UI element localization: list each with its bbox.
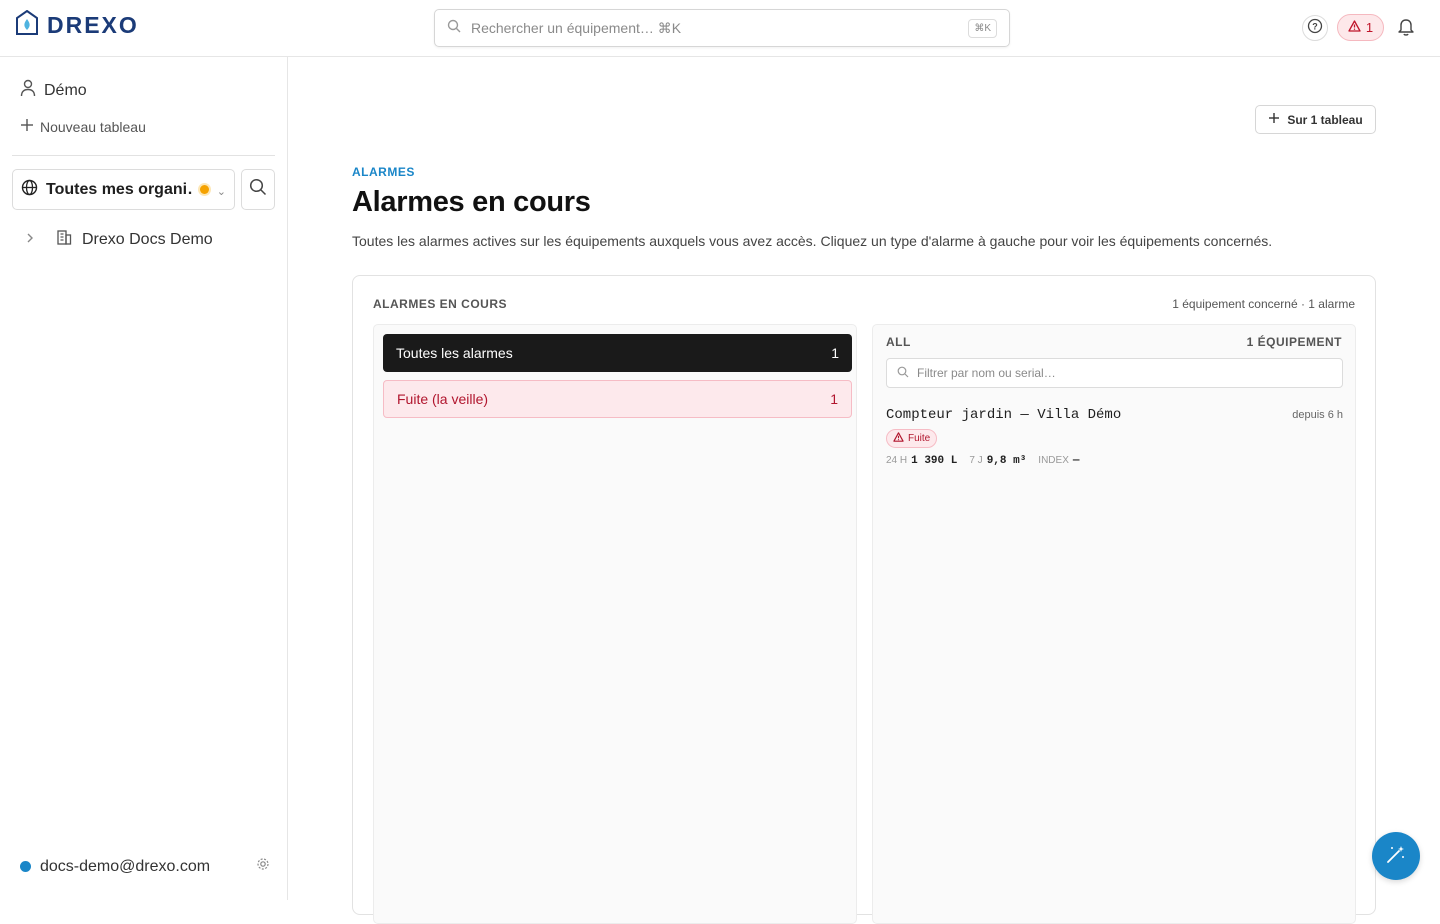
account-status-dot bbox=[20, 861, 31, 872]
account-email: docs-demo@drexo.com bbox=[40, 857, 211, 875]
add-to-board-label: Sur 1 tableau bbox=[1287, 112, 1363, 127]
chevron-right-icon[interactable] bbox=[24, 231, 36, 249]
stat-label-7d: 7 J bbox=[969, 455, 983, 466]
page-title: Alarmes en cours bbox=[352, 186, 591, 218]
globe-icon bbox=[21, 179, 38, 201]
stat-value-index: — bbox=[1072, 455, 1080, 467]
account-row[interactable]: docs-demo@drexo.com bbox=[20, 857, 270, 876]
tree-item-label: Drexo Docs Demo bbox=[82, 230, 213, 248]
device-name: Compteur jardin — Villa Démo bbox=[886, 407, 1122, 423]
magic-wand-button[interactable] bbox=[1372, 832, 1420, 880]
drexo-logo-icon bbox=[15, 9, 39, 41]
device-filter-input[interactable]: Filtrer par nom ou serial… bbox=[886, 358, 1343, 388]
add-to-board-button[interactable]: Sur 1 tableau bbox=[1255, 105, 1376, 134]
device-alarm-badge: Fuite bbox=[886, 429, 938, 448]
brand-name: DREXO bbox=[47, 12, 139, 38]
sidebar-divider bbox=[12, 155, 275, 156]
alarm-type-count: 1 bbox=[831, 345, 839, 361]
card-title: ALARMES EN COURS bbox=[373, 297, 508, 311]
help-icon: ? bbox=[1307, 18, 1323, 39]
alarm-type-leak[interactable]: Fuite (la veille) 1 bbox=[383, 380, 852, 418]
alarm-type-label: Fuite (la veille) bbox=[397, 391, 489, 407]
top-bar: DREXO Rechercher un équipement… ⌘K ⌘K ? … bbox=[0, 0, 1440, 57]
magic-wand-icon bbox=[1385, 843, 1407, 870]
stat-label-index: INDEX bbox=[1038, 455, 1069, 466]
plus-icon bbox=[20, 118, 34, 135]
new-board-button[interactable]: Nouveau tableau bbox=[20, 118, 146, 135]
search-placeholder: Rechercher un équipement… ⌘K bbox=[471, 19, 682, 36]
help-button[interactable]: ? bbox=[1302, 15, 1328, 41]
stat-value-7d: 9,8 m³ bbox=[986, 455, 1027, 467]
chevron-down-icon: ⌄ bbox=[216, 186, 226, 198]
shortcut-badge: ⌘K bbox=[968, 18, 997, 38]
alarms-card: ALARMES EN COURS 1 équipement concerné ·… bbox=[352, 275, 1376, 924]
stat-value-24h: 1 390 L bbox=[911, 455, 958, 467]
device-alarm-badge-label: Fuite bbox=[908, 433, 931, 444]
user-profile[interactable]: Démo bbox=[20, 79, 87, 102]
device-stats: 24 H 1 390 L 7 J 9,8 m³ INDEX — bbox=[886, 455, 1343, 467]
page-description: Toutes les alarmes actives sur les équip… bbox=[352, 233, 1273, 249]
brand-logo[interactable]: DREXO bbox=[15, 9, 139, 41]
alarm-type-count: 1 bbox=[830, 391, 838, 407]
alarm-type-all[interactable]: Toutes les alarmes 1 bbox=[383, 334, 852, 372]
devices-count: 1 ÉQUIPEMENT bbox=[1246, 335, 1342, 349]
stat-label-24h: 24 H bbox=[886, 455, 908, 466]
gear-icon[interactable] bbox=[256, 857, 270, 876]
device-list-item[interactable]: Compteur jardin — Villa Démo depuis 6 h … bbox=[886, 407, 1343, 467]
organization-select[interactable]: Toutes mes organi… ⌄ bbox=[12, 169, 235, 210]
organization-status-dot bbox=[199, 185, 209, 194]
alarm-type-label: Toutes les alarmes bbox=[396, 345, 513, 361]
devices-panel-heading: ALL bbox=[886, 335, 911, 349]
search-icon bbox=[249, 178, 267, 201]
devices-panel-header: ALL 1 ÉQUIPEMENT bbox=[886, 335, 1342, 349]
new-board-label: Nouveau tableau bbox=[40, 118, 146, 135]
card-summary: 1 équipement concerné · 1 alarme bbox=[1172, 297, 1355, 311]
bell-icon bbox=[1397, 19, 1415, 41]
sidebar-search-button[interactable] bbox=[241, 169, 275, 210]
alarm-count-button[interactable]: 1 bbox=[1337, 14, 1384, 41]
plus-icon bbox=[1268, 112, 1280, 127]
alarm-types-panel: Toutes les alarmes 1 Fuite (la veille) 1 bbox=[373, 324, 857, 924]
svg-text:?: ? bbox=[1312, 21, 1318, 31]
search-icon bbox=[897, 366, 909, 381]
search-icon bbox=[447, 19, 461, 38]
alert-triangle-icon bbox=[1348, 20, 1361, 35]
notifications-button[interactable] bbox=[1397, 17, 1415, 42]
sidebar: Démo Nouveau tableau Toutes mes organi… … bbox=[0, 57, 288, 900]
devices-panel: ALL 1 ÉQUIPEMENT Filtrer par nom ou seri… bbox=[872, 324, 1356, 924]
device-filter-placeholder: Filtrer par nom ou serial… bbox=[917, 366, 1056, 380]
alert-triangle-icon bbox=[893, 432, 904, 445]
user-name: Démo bbox=[44, 81, 87, 99]
tree-item-organization[interactable]: Drexo Docs Demo bbox=[24, 229, 213, 250]
organization-select-value: Toutes mes organi… bbox=[46, 180, 192, 198]
device-alarm-since: depuis 6 h bbox=[1292, 409, 1343, 421]
user-icon bbox=[20, 79, 36, 102]
section-eyebrow: ALARMES bbox=[352, 165, 415, 179]
global-search-input[interactable]: Rechercher un équipement… ⌘K ⌘K bbox=[434, 9, 1010, 47]
alarm-count: 1 bbox=[1365, 20, 1374, 35]
building-icon bbox=[56, 229, 72, 250]
